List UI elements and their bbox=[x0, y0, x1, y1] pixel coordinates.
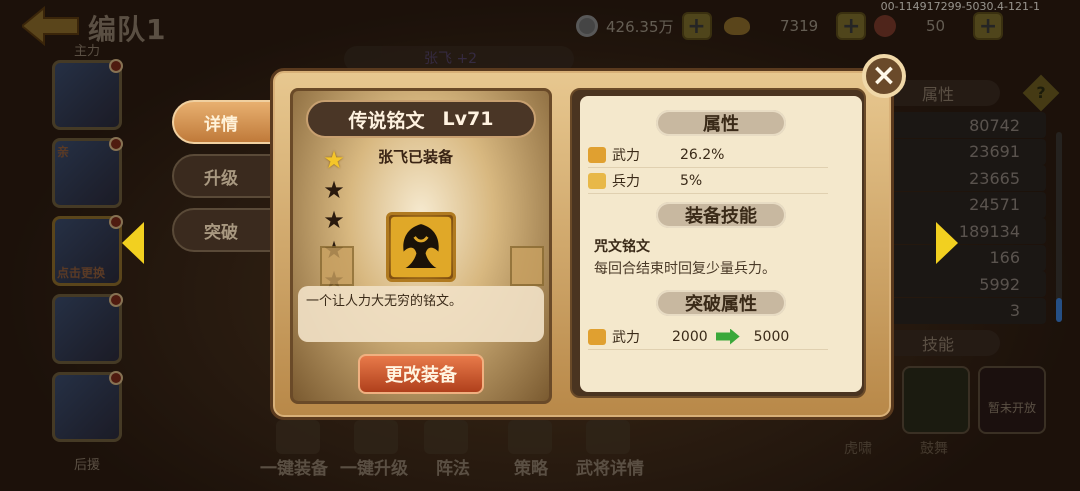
item-name: 传说铭文 bbox=[348, 109, 425, 132]
stat-name: 武力 bbox=[612, 329, 640, 346]
equip-skill-name: 咒文铭文 bbox=[594, 239, 650, 255]
star-filled-icon: ★ bbox=[323, 146, 345, 174]
breakthrough-row-force: 武力 2000 5000 bbox=[588, 324, 828, 350]
stat-from-value: 2000 bbox=[672, 328, 708, 345]
next-hero-arrow-icon[interactable] bbox=[936, 222, 958, 264]
star-empty-icon: ★ bbox=[323, 206, 345, 234]
troops-icon bbox=[588, 172, 606, 189]
pedestal-pillar bbox=[510, 246, 544, 286]
star-empty-icon: ★ bbox=[323, 176, 345, 204]
tab-details[interactable]: 详情 bbox=[172, 100, 272, 144]
pedestal-pillar bbox=[320, 246, 354, 286]
stat-name: 兵力 bbox=[612, 173, 640, 190]
equip-skill-description: 每回合结束时回复少量兵力。 bbox=[594, 261, 776, 277]
stat-to-value: 5000 bbox=[753, 328, 790, 345]
change-equipment-button[interactable]: 更改装备 bbox=[358, 354, 484, 394]
close-button[interactable]: × bbox=[862, 54, 906, 98]
stat-name: 武力 bbox=[612, 147, 640, 164]
previous-hero-arrow-icon[interactable] bbox=[122, 222, 144, 264]
breakthrough-section-header: 突破属性 bbox=[656, 290, 786, 316]
force-icon bbox=[588, 328, 606, 345]
item-description: 一个让人力大无穷的铭文。 bbox=[298, 286, 544, 342]
rune-item-icon[interactable] bbox=[386, 212, 456, 282]
stat-value: 26.2% bbox=[680, 146, 725, 163]
stat-row-force: 武力 26.2% bbox=[588, 142, 828, 168]
item-level: Lv71 bbox=[442, 108, 494, 130]
force-icon bbox=[588, 146, 606, 163]
increase-arrow-icon bbox=[715, 328, 740, 345]
equip-skill-section-header: 装备技能 bbox=[656, 202, 786, 228]
tab-upgrade[interactable]: 升级 bbox=[172, 154, 272, 198]
tab-breakthrough[interactable]: 突破 bbox=[172, 208, 272, 252]
attributes-section-header: 属性 bbox=[656, 110, 786, 136]
equipped-by-label: 张飞已装备 bbox=[378, 148, 454, 166]
item-title: 传说铭文 Lv71 bbox=[306, 100, 536, 138]
stat-row-troops: 兵力 5% bbox=[588, 168, 828, 194]
stat-value: 5% bbox=[680, 172, 703, 189]
